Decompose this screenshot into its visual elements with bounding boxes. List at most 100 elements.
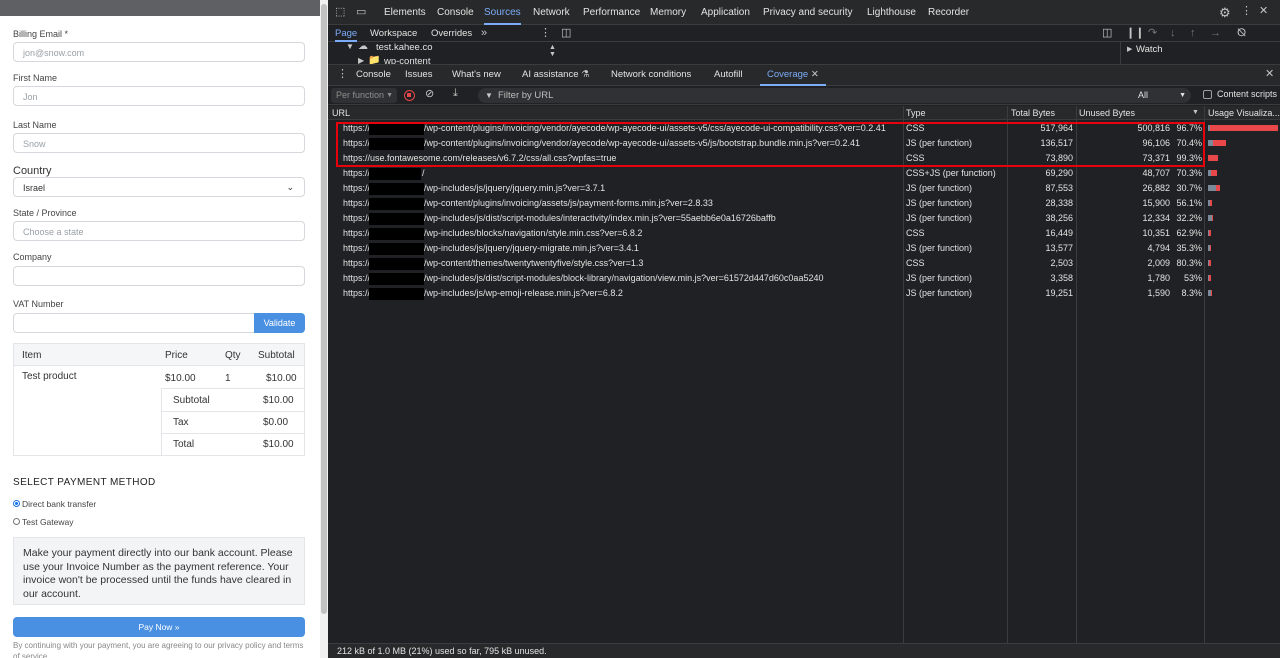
coverage-row[interactable]: https://use.fontawesome.com/releases/v6.… xyxy=(328,151,1280,166)
row-url: https:// xyxy=(343,183,371,193)
first-name-input[interactable]: Jon xyxy=(13,86,305,106)
coverage-row[interactable]: https:// /wp-includes/js/dist/script-modu… xyxy=(328,211,1280,226)
col-usage-visualization[interactable]: Usage Visualiza... xyxy=(1208,106,1280,120)
tab-recorder[interactable]: Recorder xyxy=(928,0,969,25)
tab-memory[interactable]: Memory xyxy=(650,0,686,25)
more-options-icon[interactable]: ⋮ xyxy=(1241,6,1252,17)
tab-console[interactable]: Console xyxy=(437,0,474,25)
test-gateway-label[interactable]: Test Gateway xyxy=(22,517,74,527)
coverage-row[interactable]: https:// /wp-includes/js/jquery/jquery-mi… xyxy=(328,241,1280,256)
more-tabs-chevron-icon[interactable]: » xyxy=(481,28,487,39)
coverage-row[interactable]: https:// / CSS+JS (per function) 69,290 48,7… xyxy=(328,166,1280,181)
tab-network[interactable]: Network xyxy=(533,0,570,25)
col-unused-bytes[interactable]: Unused Bytes xyxy=(1079,106,1135,120)
coverage-row[interactable]: https:// /wp-content/plugins/invoicing/ve… xyxy=(328,136,1280,151)
country-select[interactable]: Israel ⌄ xyxy=(13,177,305,197)
pause-icon[interactable]: ❙❙ xyxy=(1126,28,1144,39)
tree-site[interactable]: test.kahee.co xyxy=(376,42,433,53)
drawer-tab-autofill[interactable]: Autofill xyxy=(714,64,743,86)
toggle-navigator-icon[interactable]: ◫ xyxy=(561,28,571,39)
coverage-row[interactable]: https:// /wp-includes/blocks/navigation/s… xyxy=(328,226,1280,241)
drawer-tab-coverage[interactable]: Coverage ✕ xyxy=(760,64,826,86)
radio-test-gateway[interactable] xyxy=(13,518,20,525)
tab-sources[interactable]: Sources xyxy=(484,0,521,25)
device-toolbar-icon[interactable]: ▭ xyxy=(356,7,366,18)
usage-bar xyxy=(1208,290,1211,296)
step-out-icon[interactable]: ↑ xyxy=(1190,28,1196,39)
watch-expand-icon[interactable]: ▶ xyxy=(1127,45,1132,53)
sources-tab-page[interactable]: Page xyxy=(335,25,358,42)
sources-tab-overrides[interactable]: Overrides xyxy=(431,25,472,42)
filter-by-url-input[interactable]: ▼ Filter by URL xyxy=(478,88,1191,103)
coverage-row[interactable]: https:// /wp-includes/js/wp-emoji-release… xyxy=(328,286,1280,301)
col-total-bytes[interactable]: Total Bytes xyxy=(1011,106,1055,120)
radio-bank-transfer[interactable] xyxy=(13,500,20,507)
drawer-menu-icon[interactable]: ⋮ xyxy=(337,69,348,80)
row-type: JS (per function) xyxy=(906,288,973,298)
drawer-tab-whats-new[interactable]: What's new xyxy=(452,64,501,86)
content-scripts-label[interactable]: Content scripts xyxy=(1217,89,1277,99)
expand-arrow-icon[interactable]: ▼ xyxy=(346,42,354,51)
bank-transfer-label[interactable]: Direct bank transfer xyxy=(22,499,96,509)
tree-folder[interactable]: wp-content xyxy=(384,56,430,64)
sources-menu-icon[interactable]: ⋮ xyxy=(540,28,551,39)
deactivate-breakpoints-icon[interactable]: ⦰ xyxy=(1237,28,1246,39)
drawer-tab-network-conditions[interactable]: Network conditions xyxy=(611,64,691,86)
tab-privacy-security[interactable]: Privacy and security xyxy=(763,0,852,25)
export-download-icon[interactable]: ⤓ xyxy=(453,88,458,99)
coverage-row[interactable]: https:// /wp-content/plugins/invoicing/ve… xyxy=(328,121,1280,136)
type-filter-select[interactable]: All ▼ xyxy=(1134,88,1190,103)
pay-now-button[interactable]: Pay Now » xyxy=(13,617,305,637)
step-into-icon[interactable]: ↓ xyxy=(1170,28,1176,39)
settings-gear-icon[interactable]: ⚙ xyxy=(1219,6,1231,19)
coverage-row[interactable]: https:// /wp-includes/js/dist/script-modu… xyxy=(328,271,1280,286)
collapsed-arrow-icon[interactable]: ▶ xyxy=(358,56,364,64)
clear-icon[interactable]: ⊘ xyxy=(425,89,434,100)
inspect-element-icon[interactable]: ⬚ xyxy=(335,7,345,18)
toggle-debugger-icon[interactable]: ◫ xyxy=(1102,28,1112,39)
summary-total-value: $10.00 xyxy=(263,439,294,450)
billing-email-input[interactable]: jon@snow.com xyxy=(13,42,305,62)
close-tab-icon[interactable]: ✕ xyxy=(811,69,819,80)
page-scrollbar-thumb[interactable] xyxy=(321,4,327,614)
col-url[interactable]: URL xyxy=(332,106,350,120)
watch-label[interactable]: Watch xyxy=(1136,44,1163,55)
drawer-tab-ai-assistance[interactable]: AI assistance ⚗ xyxy=(522,64,590,86)
content-scripts-checkbox[interactable] xyxy=(1203,90,1212,99)
coverage-row[interactable]: https:// /wp-includes/js/jquery/jquery.mi… xyxy=(328,181,1280,196)
tab-application[interactable]: Application xyxy=(701,0,750,25)
company-input[interactable] xyxy=(13,266,305,286)
summary-divider xyxy=(161,388,304,389)
row-unused-percent: 70.4% xyxy=(1176,138,1202,148)
usage-bar xyxy=(1208,200,1212,206)
usage-bar-used xyxy=(1208,185,1217,191)
coverage-row[interactable]: https:// /wp-content/themes/twentytwentyf… xyxy=(328,256,1280,271)
record-stop-icon[interactable] xyxy=(404,90,415,101)
row-url: https:// xyxy=(343,168,371,178)
summary-divider xyxy=(161,411,304,412)
coverage-row[interactable]: https:// /wp-content/plugins/invoicing/as… xyxy=(328,196,1280,211)
vat-input[interactable] xyxy=(13,313,255,333)
step-over-icon[interactable]: ↷ xyxy=(1148,28,1157,39)
close-drawer-icon[interactable]: ✕ xyxy=(1265,69,1274,80)
sources-tab-workspace[interactable]: Workspace xyxy=(370,25,417,42)
vat-label: VAT Number xyxy=(13,299,64,309)
tab-performance[interactable]: Performance xyxy=(583,0,640,25)
state-label: State / Province xyxy=(13,208,77,218)
drawer-tab-issues[interactable]: Issues xyxy=(405,64,432,86)
validate-button[interactable]: Validate xyxy=(254,313,305,333)
redacted-domain xyxy=(369,198,424,210)
close-devtools-icon[interactable]: ✕ xyxy=(1259,6,1268,17)
row-url-path: /wp-content/plugins/invoicing/vendor/aye… xyxy=(424,138,860,148)
drawer-tab-console[interactable]: Console xyxy=(356,64,391,86)
coverage-mode-select[interactable]: Per function ▼ xyxy=(331,88,397,103)
sort-desc-icon[interactable]: ▼ xyxy=(1192,109,1199,116)
last-name-input[interactable]: Snow xyxy=(13,133,305,153)
tab-lighthouse[interactable]: Lighthouse xyxy=(867,0,916,25)
row-type: JS (per function) xyxy=(906,138,973,148)
col-type[interactable]: Type xyxy=(906,106,926,120)
tab-elements[interactable]: Elements xyxy=(384,0,426,25)
tree-scroll-icon[interactable]: ▲ ▼ xyxy=(549,44,556,58)
state-input[interactable]: Choose a state xyxy=(13,221,305,241)
step-icon[interactable]: → xyxy=(1210,28,1221,39)
